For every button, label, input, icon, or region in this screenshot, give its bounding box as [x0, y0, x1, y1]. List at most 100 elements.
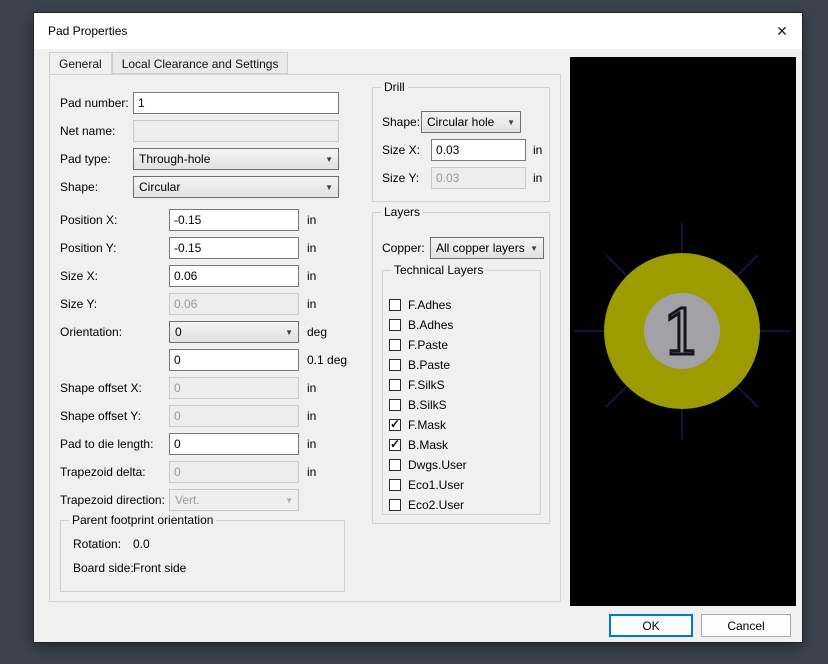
layer-checkbox-b-paste[interactable] — [389, 359, 401, 371]
layer-checkbox-b-adhes[interactable] — [389, 319, 401, 331]
position-y-unit: in — [307, 237, 316, 259]
tab-local-clearance[interactable]: Local Clearance and Settings — [112, 52, 289, 74]
layer-item-f-paste[interactable]: F.Paste — [383, 336, 540, 356]
position-x-input[interactable] — [169, 209, 299, 231]
layer-item-b-adhes[interactable]: B.Adhes — [383, 316, 540, 336]
trapezoid-delta-row: Trapezoid delta: in — [50, 461, 370, 483]
layer-checkbox-dwgs-user[interactable] — [389, 459, 401, 471]
drill-size-x-input[interactable] — [431, 139, 526, 161]
orientation-label: Orientation: — [60, 321, 122, 343]
layer-label: B.Mask — [408, 436, 448, 455]
pad-number-input[interactable] — [133, 92, 339, 114]
layer-label: Dwgs.User — [408, 456, 467, 475]
drill-size-y-unit: in — [533, 167, 542, 189]
layer-checkbox-b-silks[interactable] — [389, 399, 401, 411]
pad-type-value: Through-hole — [139, 152, 210, 166]
net-name-label: Net name: — [60, 120, 115, 142]
layers-group: Layers Copper: All copper layers ▼ Techn… — [372, 212, 550, 524]
pad-to-die-unit: in — [307, 433, 316, 455]
drill-size-x-label: Size X: — [382, 139, 420, 161]
layer-item-eco2-user[interactable]: Eco2.User — [383, 496, 540, 516]
parent-footprint-legend: Parent footprint orientation — [69, 513, 216, 527]
window-title: Pad Properties — [48, 24, 127, 38]
shape-offset-y-row: Shape offset Y: in — [50, 405, 370, 427]
copper-value: All copper layers — [436, 241, 525, 255]
shape-select[interactable]: Circular ▼ — [133, 176, 339, 198]
rotation-value: 0.0 — [133, 533, 150, 555]
chevron-down-icon: ▼ — [285, 496, 293, 505]
position-y-input[interactable] — [169, 237, 299, 259]
titlebar[interactable]: Pad Properties ✕ — [34, 13, 802, 49]
chevron-down-icon: ▼ — [285, 328, 293, 337]
drill-size-y-input — [431, 167, 526, 189]
layer-item-dwgs-user[interactable]: Dwgs.User — [383, 456, 540, 476]
chevron-down-icon: ▼ — [507, 118, 515, 127]
layer-label: Eco1.User — [408, 476, 464, 495]
close-button[interactable]: ✕ — [770, 20, 794, 42]
trapezoid-delta-label: Trapezoid delta: — [60, 461, 146, 483]
trapezoid-direction-value: Vert. — [175, 493, 200, 507]
layer-item-eco1-user[interactable]: Eco1.User — [383, 476, 540, 496]
pad-number-preview-text: 1 — [662, 296, 701, 369]
layer-item-f-adhes[interactable]: F.Adhes — [383, 296, 540, 316]
chevron-down-icon: ▼ — [325, 155, 333, 164]
pad-number-row: Pad number: — [50, 92, 370, 114]
drill-size-y-label: Size Y: — [382, 167, 419, 189]
layer-checkbox-f-adhes[interactable] — [389, 299, 401, 311]
drill-size-x-unit: in — [533, 139, 542, 161]
trapezoid-delta-unit: in — [307, 461, 316, 483]
pad-type-row: Pad type: Through-hole ▼ — [50, 148, 370, 170]
shape-offset-x-label: Shape offset X: — [60, 377, 142, 399]
layer-label: F.Paste — [408, 336, 448, 355]
layer-label: F.SilkS — [408, 376, 445, 395]
layer-label: B.Adhes — [408, 316, 453, 335]
tab-general[interactable]: General — [49, 52, 112, 74]
layer-checkbox-b-mask[interactable] — [389, 439, 401, 451]
layer-checkbox-f-paste[interactable] — [389, 339, 401, 351]
size-x-input[interactable] — [169, 265, 299, 287]
shape-offset-y-unit: in — [307, 405, 316, 427]
chevron-down-icon: ▼ — [530, 244, 538, 253]
technical-layers-legend: Technical Layers — [391, 263, 486, 277]
trapezoid-direction-select: Vert. ▼ — [169, 489, 299, 511]
ok-button[interactable]: OK — [609, 614, 693, 637]
shape-value: Circular — [139, 180, 180, 194]
pad-preview-drawing: 1 — [570, 57, 796, 606]
close-icon: ✕ — [776, 23, 788, 40]
pad-number-label: Pad number: — [60, 92, 129, 114]
general-tab-panel: Pad number: Net name: Pad type: Through-… — [49, 74, 561, 602]
chevron-down-icon: ▼ — [325, 183, 333, 192]
orientation-custom-input[interactable] — [169, 349, 299, 371]
cancel-button[interactable]: Cancel — [701, 614, 791, 637]
drill-shape-select[interactable]: Circular hole ▼ — [421, 111, 521, 133]
layers-legend: Layers — [381, 205, 423, 219]
layer-checkbox-eco1-user[interactable] — [389, 479, 401, 491]
layer-item-b-mask[interactable]: B.Mask — [383, 436, 540, 456]
pad-to-die-input[interactable] — [169, 433, 299, 455]
copper-select[interactable]: All copper layers ▼ — [430, 237, 544, 259]
board-side-label: Board side: — [73, 557, 134, 579]
size-x-unit: in — [307, 265, 316, 287]
size-y-unit: in — [307, 293, 316, 315]
layer-item-f-mask[interactable]: F.Mask — [383, 416, 540, 436]
shape-offset-x-input — [169, 377, 299, 399]
layer-checkbox-f-mask[interactable] — [389, 419, 401, 431]
copper-label: Copper: — [382, 237, 425, 259]
pad-type-select[interactable]: Through-hole ▼ — [133, 148, 339, 170]
size-y-label: Size Y: — [60, 293, 97, 315]
layer-item-f-silks[interactable]: F.SilkS — [383, 376, 540, 396]
layer-checkbox-f-silks[interactable] — [389, 379, 401, 391]
position-x-row: Position X: in — [50, 209, 370, 231]
trapezoid-direction-row: Trapezoid direction: Vert. ▼ — [50, 489, 370, 511]
orientation-select[interactable]: 0 ▼ — [169, 321, 299, 343]
drill-group: Drill Shape: Circular hole ▼ Size X: in … — [372, 87, 550, 202]
trapezoid-delta-input — [169, 461, 299, 483]
layer-label: F.Mask — [408, 416, 446, 435]
layer-checkbox-eco2-user[interactable] — [389, 499, 401, 511]
layer-item-b-paste[interactable]: B.Paste — [383, 356, 540, 376]
trapezoid-direction-label: Trapezoid direction: — [60, 489, 165, 511]
layer-item-b-silks[interactable]: B.SilkS — [383, 396, 540, 416]
rotation-label: Rotation: — [73, 533, 121, 555]
position-x-label: Position X: — [60, 209, 117, 231]
layer-label: Eco2.User — [408, 496, 464, 515]
